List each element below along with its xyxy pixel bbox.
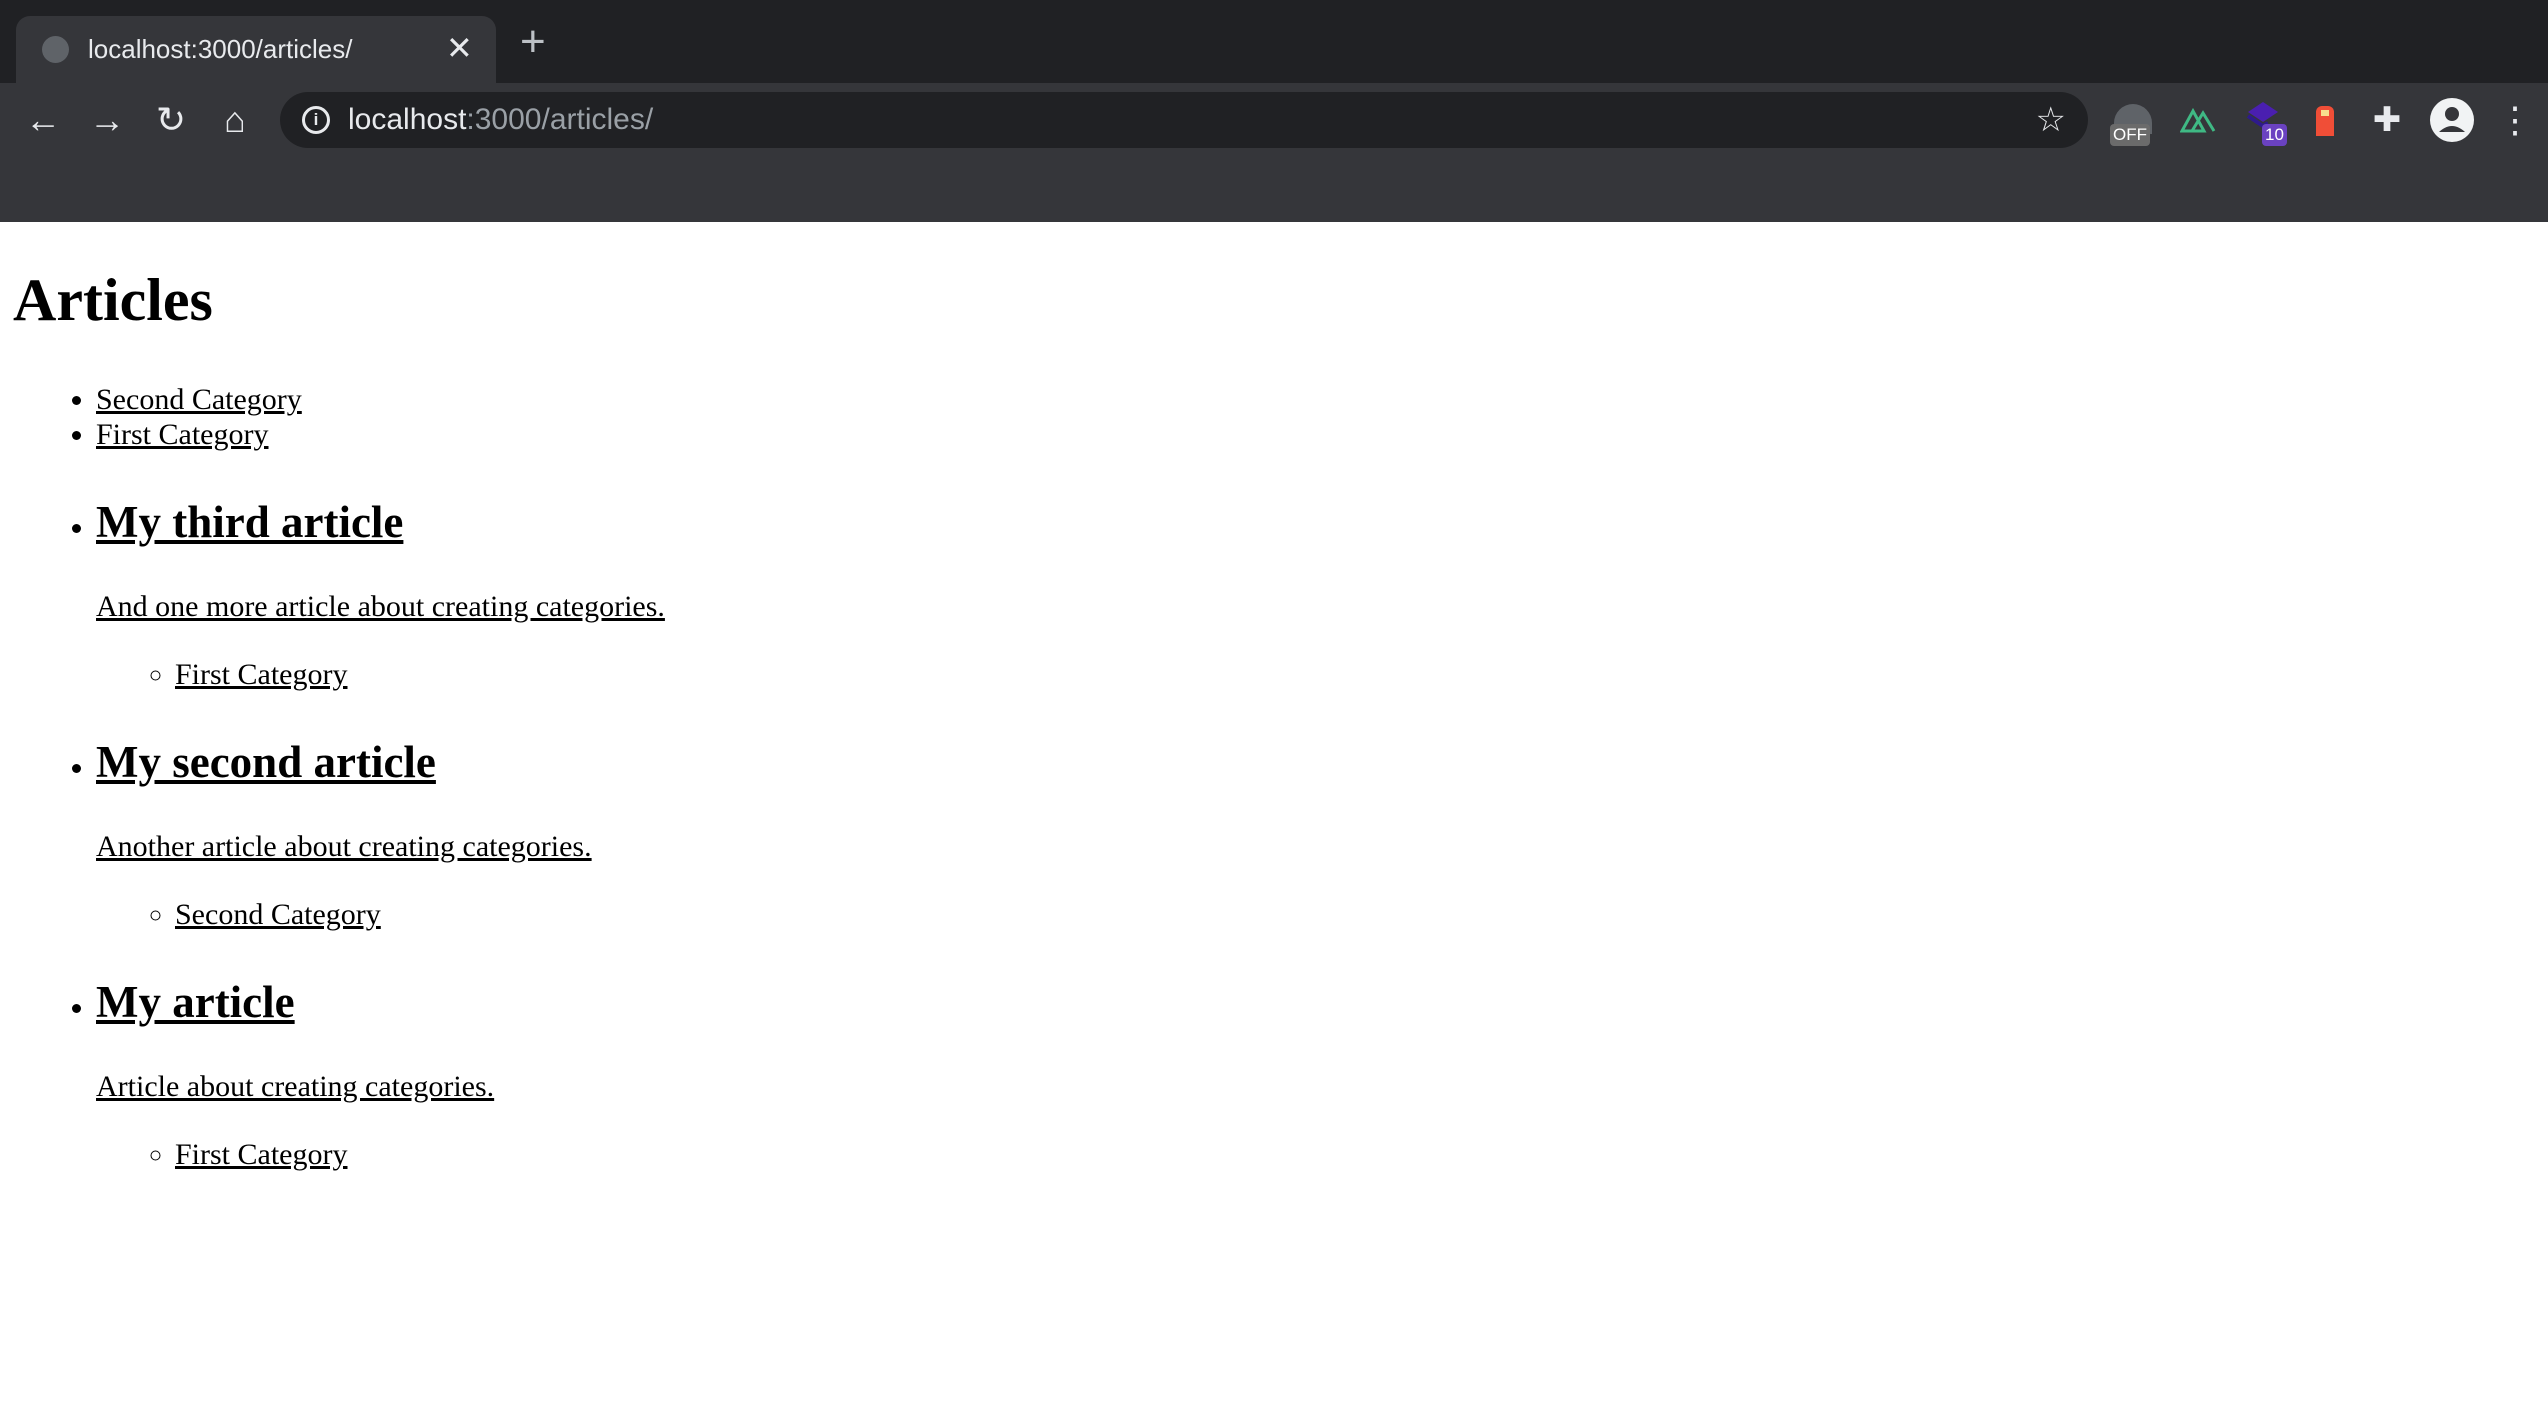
extension-off-icon[interactable]: OFF bbox=[2110, 100, 2156, 150]
article-summary-link[interactable]: Article about creating categories. bbox=[96, 1070, 494, 1103]
page-title: Articles bbox=[13, 267, 213, 333]
close-tab-icon[interactable]: ✕ bbox=[446, 30, 473, 66]
article-categories: First Category bbox=[96, 657, 2548, 692]
category-link[interactable]: Second Category bbox=[96, 383, 302, 416]
article-categories: Second Category bbox=[96, 897, 2548, 932]
url-text: localhost:3000/articles/ bbox=[348, 103, 654, 136]
list-item: First Category bbox=[175, 1137, 2548, 1172]
article-item: My third article And one more article ab… bbox=[96, 496, 2548, 692]
article-item: My article Article about creating catego… bbox=[96, 976, 2548, 1172]
article-title-link[interactable]: My article bbox=[96, 977, 295, 1027]
category-link[interactable]: First Category bbox=[96, 418, 269, 451]
tab-articles[interactable]: localhost:3000/articles/ ✕ bbox=[16, 16, 496, 83]
category-link[interactable]: First Category bbox=[175, 658, 348, 691]
browser-chrome: localhost:3000/articles/ ✕ + ← → ↻ ⌂ i l… bbox=[0, 0, 2548, 222]
list-item: First Category bbox=[96, 417, 2548, 452]
globe-icon bbox=[42, 36, 69, 63]
reload-icon[interactable]: ↻ bbox=[146, 100, 196, 140]
article-list: My third article And one more article ab… bbox=[13, 496, 2548, 1172]
category-list: Second Category First Category bbox=[13, 382, 2548, 452]
article-summary-link[interactable]: And one more article about creating cate… bbox=[96, 590, 665, 623]
forward-icon[interactable]: → bbox=[82, 100, 132, 140]
tab-bar: localhost:3000/articles/ ✕ + bbox=[0, 0, 2548, 83]
profile-icon[interactable] bbox=[2430, 98, 2474, 148]
article-categories: First Category bbox=[96, 1137, 2548, 1172]
info-icon[interactable]: i bbox=[302, 106, 330, 134]
list-item: Second Category bbox=[175, 897, 2548, 932]
article-title-link[interactable]: My second article bbox=[96, 737, 436, 787]
more-menu-icon[interactable]: ⋮ bbox=[2490, 100, 2540, 140]
vue-devtools-icon[interactable] bbox=[2179, 100, 2216, 150]
tab-title: localhost:3000/articles/ bbox=[88, 34, 353, 64]
stack-extension-icon[interactable]: 10 bbox=[2242, 100, 2290, 150]
list-item: First Category bbox=[175, 657, 2548, 692]
category-link[interactable]: First Category bbox=[175, 1138, 348, 1171]
article-title-link[interactable]: My third article bbox=[96, 497, 403, 547]
home-icon[interactable]: ⌂ bbox=[210, 100, 260, 140]
puzzle-icon[interactable]: ✚ bbox=[2362, 100, 2412, 140]
lighthouse-icon[interactable] bbox=[2312, 100, 2338, 150]
list-item: Second Category bbox=[96, 382, 2548, 417]
bookmark-star-icon[interactable]: ☆ bbox=[2036, 100, 2066, 140]
category-link[interactable]: Second Category bbox=[175, 898, 381, 931]
article-item: My second article Another article about … bbox=[96, 736, 2548, 932]
new-tab-icon[interactable]: + bbox=[520, 20, 546, 64]
back-icon[interactable]: ← bbox=[18, 100, 68, 140]
article-summary-link[interactable]: Another article about creating categorie… bbox=[96, 830, 592, 863]
page-content: Articles Second Category First Category … bbox=[0, 222, 2548, 1172]
address-bar[interactable]: i localhost:3000/articles/ ☆ bbox=[280, 92, 2088, 148]
